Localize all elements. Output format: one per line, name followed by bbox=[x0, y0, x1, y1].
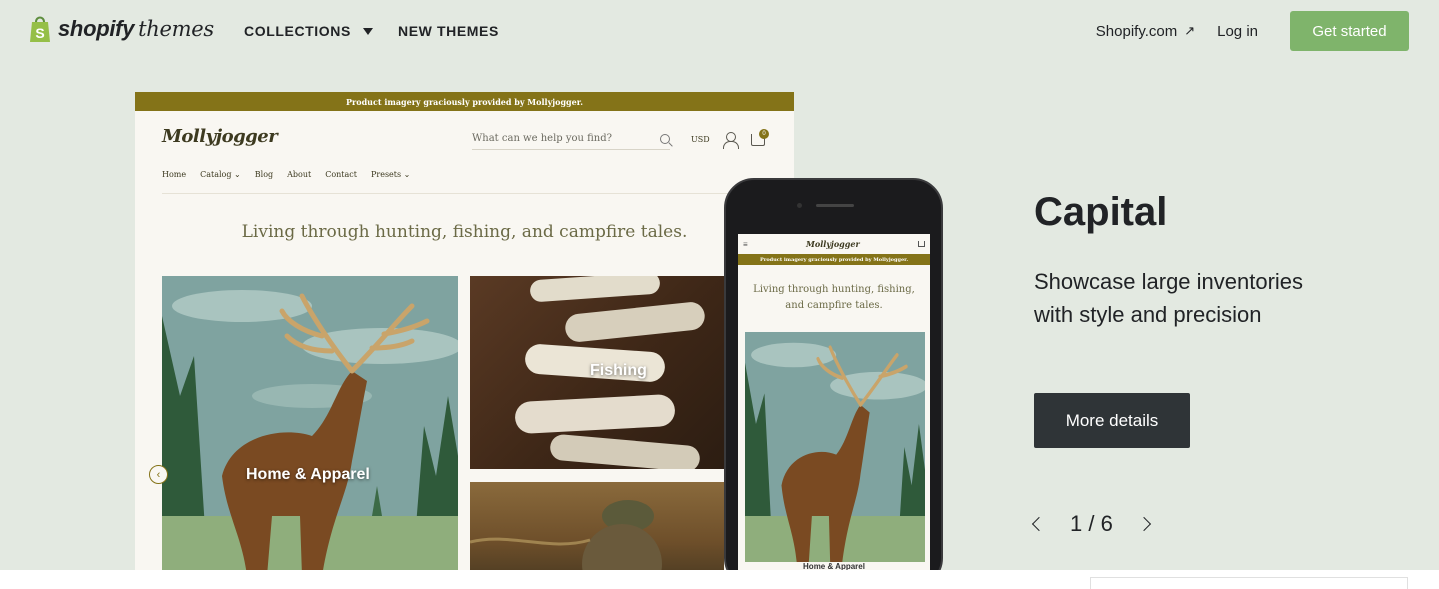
cart-count-badge: 0 bbox=[759, 129, 769, 139]
external-link-icon: ↗ bbox=[1184, 23, 1196, 38]
carousel-prev-icon[interactable]: ‹ bbox=[149, 465, 168, 484]
phone-banner: Product imagery graciously provided by M… bbox=[738, 254, 930, 265]
preview-search-field: What can we help you find? bbox=[472, 130, 670, 150]
preview-menu: Home Catalog ⌄ Blog About Contact Preset… bbox=[162, 170, 782, 179]
hunter-photo bbox=[470, 500, 662, 570]
shopify-bag-icon: S bbox=[30, 16, 50, 42]
account-icon bbox=[723, 132, 739, 149]
pager-count: 1 / 6 bbox=[1070, 511, 1113, 536]
preview-divider bbox=[162, 193, 782, 194]
brand-name: shopify themes bbox=[58, 16, 214, 41]
preview-menu-item: About bbox=[287, 170, 312, 179]
more-details-button[interactable]: More details bbox=[1034, 393, 1190, 448]
phone-elk-tile bbox=[745, 332, 925, 562]
phone-logo: Mollyjogger bbox=[806, 239, 860, 249]
tile-label-fishing: Fishing bbox=[590, 362, 647, 379]
collections-label: COLLECTIONS bbox=[244, 23, 351, 39]
search-icon bbox=[660, 134, 670, 144]
get-started-button[interactable]: Get started bbox=[1290, 11, 1409, 51]
login-link[interactable]: Log in bbox=[1217, 23, 1258, 40]
top-nav: S shopify themes COLLECTIONS NEW THEMES S… bbox=[0, 0, 1439, 62]
preview-menu-item: Home bbox=[162, 170, 187, 179]
phone-tagline: Living through hunting, fishing, and cam… bbox=[753, 284, 915, 311]
preview-menu-item: Blog bbox=[254, 170, 274, 179]
preview-menu-item: Contact bbox=[325, 170, 357, 179]
preview-currency: USD bbox=[691, 135, 710, 144]
desktop-theme-preview[interactable]: Product imagery graciously provided by M… bbox=[135, 92, 794, 570]
next-section-card-edge bbox=[1090, 577, 1408, 589]
preview-menu-item: Catalog ⌄ bbox=[200, 170, 241, 179]
new-themes-link[interactable]: NEW THEMES bbox=[398, 23, 499, 39]
preview-tagline: Living through hunting, fishing, and cam… bbox=[241, 222, 688, 242]
caret-down-icon bbox=[362, 27, 373, 35]
phone-speaker bbox=[816, 204, 854, 207]
elk-illustration-tile: Home & Apparel bbox=[162, 276, 458, 570]
shopify-themes-logo[interactable]: S shopify themes bbox=[28, 14, 214, 44]
svg-text:S: S bbox=[35, 25, 44, 41]
preview-search-placeholder: What can we help you find? bbox=[472, 133, 613, 144]
menu-icon: ≡ bbox=[743, 239, 748, 249]
phone-header: ≡ Mollyjogger bbox=[738, 234, 930, 254]
tile-label-home-apparel: Home & Apparel bbox=[246, 466, 370, 483]
shopify-com-link[interactable]: Shopify.com ↗ bbox=[1096, 23, 1195, 40]
preview-logo: Mollyjogger bbox=[162, 126, 278, 147]
mobile-theme-preview[interactable]: ≡ Mollyjogger Product imagery graciously… bbox=[724, 178, 943, 588]
theme-title: Capital bbox=[1034, 190, 1168, 234]
elk-illustration bbox=[162, 276, 458, 570]
nav-actions: Shopify.com ↗ Log in Get started bbox=[1096, 11, 1409, 51]
theme-pager: 1 / 6 bbox=[1031, 511, 1151, 537]
fishing-knives-tile: Fishing bbox=[470, 276, 724, 469]
theme-description: Showcase large inventories with style an… bbox=[1034, 269, 1304, 327]
hunter-photo-tile bbox=[470, 482, 724, 570]
preview-banner: Product imagery graciously provided by M… bbox=[135, 92, 794, 111]
chevron-left-icon[interactable] bbox=[1031, 516, 1047, 532]
phone-elk-illustration bbox=[745, 332, 925, 562]
phone-screen: ≡ Mollyjogger Product imagery graciously… bbox=[738, 234, 930, 574]
preview-menu-item: Presets ⌄ bbox=[371, 170, 411, 179]
phone-camera bbox=[797, 203, 802, 208]
chevron-right-icon[interactable] bbox=[1136, 516, 1151, 532]
shopify-com-label: Shopify.com bbox=[1095, 22, 1178, 40]
collections-menu[interactable]: COLLECTIONS bbox=[244, 23, 373, 39]
phone-cart-icon bbox=[918, 241, 925, 247]
